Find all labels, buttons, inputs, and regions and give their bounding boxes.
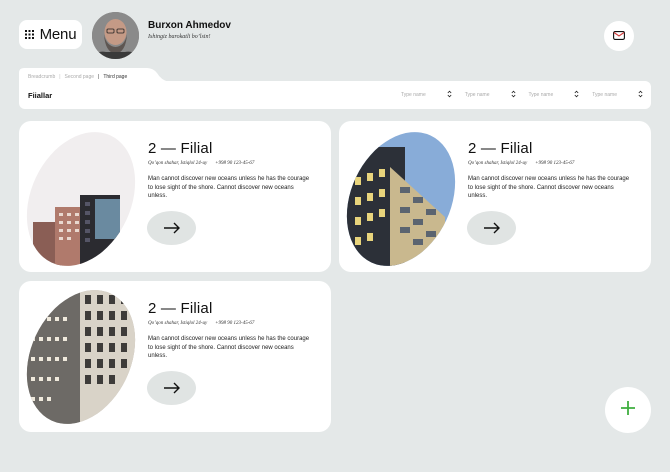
breadcrumb-item-2[interactable]: Second page <box>65 74 94 80</box>
branch-address: Qo’qon shahar, Istiqlol 24-uy <box>148 161 208 166</box>
page-title: Fiiallar <box>28 91 53 100</box>
arrow-right-icon <box>163 222 181 234</box>
branch-name: 2 — Filial <box>148 300 213 317</box>
branch-phone: +998 90 123-45-67 <box>535 161 575 166</box>
branch-description: Man cannot discover new oceans unless he… <box>148 336 310 360</box>
filter-select-2[interactable]: Type name <box>465 90 516 100</box>
branch-meta: Qo’qon shahar, Istiqlol 24-uy +998 90 12… <box>468 161 574 166</box>
open-branch-button[interactable] <box>467 211 516 245</box>
filter-label: Type name <box>528 92 554 98</box>
branch-photo <box>345 127 457 267</box>
grid-icon <box>24 30 34 39</box>
filter-label: Type name <box>401 92 426 98</box>
user-name: Burxon Ahmedov <box>148 20 231 31</box>
branch-description: Man cannot discover new oceans unless he… <box>468 176 630 200</box>
branch-photo <box>25 127 137 267</box>
breadcrumb-item-1[interactable]: Breadcrumb <box>28 74 55 80</box>
filter-select-3[interactable]: Type name <box>529 90 580 100</box>
branch-phone: +998 90 123-45-67 <box>215 161 255 166</box>
breadcrumb-separator: | <box>59 74 61 80</box>
open-branch-button[interactable] <box>147 371 196 405</box>
branch-phone: +998 90 123-45-67 <box>215 321 255 326</box>
breadcrumb-separator: | <box>98 74 100 80</box>
branch-address: Qo’qon shahar, Istiqlol 24-uy <box>148 321 208 326</box>
filter-select-4[interactable]: Type name <box>592 90 643 100</box>
mail-icon <box>613 27 625 45</box>
filter-label: Type name <box>592 92 617 98</box>
arrow-right-icon <box>483 222 501 234</box>
user-greeting: Ishingiz barokatli bo’lsin! <box>148 34 211 40</box>
menu-label: Menu <box>39 26 77 43</box>
title-bar: Fiiallar Type name Type name Type name T… <box>19 81 651 109</box>
branch-address: Qo’qon shahar, Istiqlol 24-uy <box>468 161 528 166</box>
mail-button[interactable] <box>604 21 634 51</box>
filter-select-1[interactable]: Type name <box>401 90 452 100</box>
arrow-right-icon <box>163 382 181 394</box>
branch-meta: Qo’qon shahar, Istiqlol 24-uy +998 90 12… <box>148 161 254 166</box>
filter-group: Type name Type name Type name Type name <box>401 90 643 100</box>
chevron-up-down-icon <box>511 90 516 100</box>
branch-meta: Qo’qon shahar, Istiqlol 24-uy +998 90 12… <box>148 321 254 326</box>
branch-photo <box>25 287 137 427</box>
branch-description: Man cannot discover new oceans unless he… <box>148 176 310 200</box>
branch-card[interactable]: 2 — Filial Qo’qon shahar, Istiqlol 24-uy… <box>19 121 331 272</box>
branch-name: 2 — Filial <box>468 140 533 157</box>
branch-card[interactable]: 2 — Filial Qo’qon shahar, Istiqlol 24-uy… <box>19 281 331 432</box>
breadcrumb: Breadcrumb | Second page | Third page <box>19 68 169 82</box>
filter-label: Type name <box>464 92 490 98</box>
chevron-up-down-icon <box>574 90 579 100</box>
open-branch-button[interactable] <box>147 211 196 245</box>
branch-name: 2 — Filial <box>148 140 213 157</box>
avatar[interactable] <box>92 12 139 59</box>
menu-button[interactable]: Menu <box>19 20 82 49</box>
chevron-up-down-icon <box>638 90 643 100</box>
add-branch-button[interactable] <box>605 387 651 433</box>
plus-icon <box>620 400 636 421</box>
breadcrumb-item-3: Third page <box>103 74 128 80</box>
branch-card[interactable]: 2 — Filial Qo’qon shahar, Istiqlol 24-uy… <box>339 121 651 272</box>
chevron-up-down-icon <box>447 90 452 100</box>
